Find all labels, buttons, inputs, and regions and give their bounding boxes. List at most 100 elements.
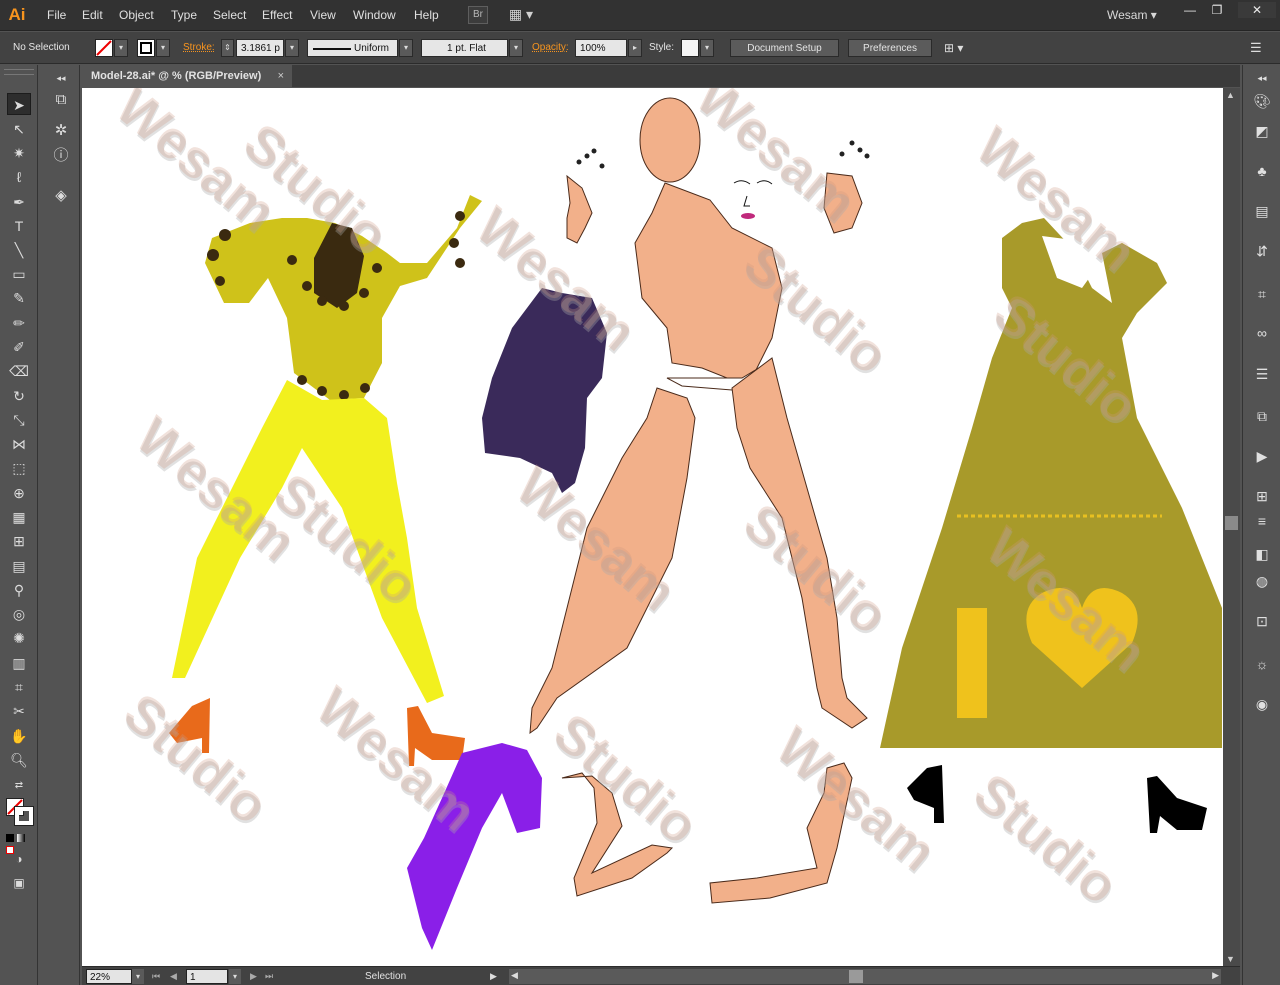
slice-tool-icon[interactable]: ✂	[7, 700, 31, 722]
fill-swatch[interactable]	[95, 39, 113, 57]
magic-wand-tool-icon[interactable]: ✷	[7, 142, 31, 164]
line-segment-tool-icon[interactable]: ╲	[7, 239, 31, 261]
arrange-documents-button[interactable]: ▦ ▾	[506, 6, 536, 24]
zoom-dropdown[interactable]: ▾	[132, 969, 144, 984]
scroll-left-icon[interactable]: ◀	[511, 970, 518, 981]
symbols-panel-icon[interactable]: ✲	[50, 120, 72, 142]
pen-tool-icon[interactable]: ✒	[7, 191, 31, 213]
olive-dress[interactable]	[880, 218, 1222, 748]
black-shoe-left[interactable]	[907, 765, 944, 823]
collapse-panels-icon[interactable]: ◂◂	[50, 67, 72, 89]
orange-shoe-left[interactable]	[169, 698, 210, 753]
stroke-color-dropdown[interactable]: ▾	[156, 39, 170, 57]
blend-tool-icon[interactable]: ◎	[7, 603, 31, 625]
artboard-canvas[interactable]: I Wesam Studio Wesam Wesam Studio Wesam …	[82, 88, 1223, 966]
last-artboard-icon[interactable]: ⏭	[265, 969, 273, 984]
vertical-scrollbar[interactable]: ▲ ▼	[1223, 88, 1240, 966]
menu-file[interactable]: File	[47, 8, 66, 22]
brushes-panel-icon[interactable]: ⊞	[1251, 485, 1273, 507]
color-mode-icon[interactable]	[6, 834, 14, 842]
close-window-button[interactable]: ✕	[1238, 2, 1276, 18]
appearance-panel-icon[interactable]: ☼	[1251, 653, 1273, 675]
expand-panels-icon[interactable]: ◂◂	[1251, 67, 1273, 89]
menu-view[interactable]: View	[310, 8, 336, 22]
navigator-panel-icon[interactable]: ◉	[1251, 693, 1273, 715]
preferences-button[interactable]: Preferences	[848, 39, 932, 57]
menu-select[interactable]: Select	[213, 8, 246, 22]
menu-edit[interactable]: Edit	[82, 8, 103, 22]
panel-menu-icon[interactable]: ☰	[1250, 39, 1266, 57]
layers-panel-icon[interactable]: ◈	[50, 185, 72, 207]
scroll-right-icon[interactable]: ▶	[1212, 970, 1219, 981]
orange-shoe-right[interactable]	[407, 706, 465, 766]
info-panel-icon[interactable]: ⓘ	[50, 145, 72, 167]
document-tab[interactable]: Model-28.ai* @ % (RGB/Preview) ×	[82, 65, 292, 87]
align-panel-icon[interactable]: ☰	[1251, 363, 1273, 385]
perspective-grid-tool-icon[interactable]: ▦	[7, 506, 31, 528]
hand-tool-icon[interactable]: ✋	[7, 725, 31, 747]
eraser-tool-icon[interactable]: ⌫	[7, 360, 31, 382]
rotate-tool-icon[interactable]: ↻	[7, 385, 31, 407]
horizontal-scroll-thumb[interactable]	[849, 970, 863, 983]
status-menu-icon[interactable]: ▶	[490, 969, 497, 984]
actions-panel-icon[interactable]: ▶	[1251, 445, 1273, 467]
toolbar-grip[interactable]	[4, 69, 34, 75]
color-guide-icon[interactable]: ◩	[1251, 120, 1273, 142]
stroke-label[interactable]: Stroke:	[183, 39, 215, 57]
selection-tool-icon[interactable]: ➤	[7, 93, 31, 115]
color-panel-icon[interactable]: 🎨︎	[1251, 90, 1273, 112]
lasso-tool-icon[interactable]: ℓ	[7, 166, 31, 188]
purple-hair[interactable]	[407, 743, 542, 950]
menu-object[interactable]: Object	[119, 8, 154, 22]
free-transform-tool-icon[interactable]: ⬚	[7, 457, 31, 479]
blob-brush-tool-icon[interactable]: ✐	[7, 336, 31, 358]
artboards-panel-icon[interactable]: ⌗	[1251, 283, 1273, 305]
brush-definition[interactable]: 1 pt. Flat	[421, 39, 508, 57]
close-tab-icon[interactable]: ×	[278, 65, 284, 87]
scroll-up-icon[interactable]: ▲	[1226, 90, 1235, 100]
pathfinder-panel-icon[interactable]: ⧉	[1251, 405, 1273, 427]
screen-mode-icon[interactable]: ▣	[7, 872, 31, 894]
yellow-pants[interactable]	[172, 380, 444, 703]
next-artboard-icon[interactable]: ▶	[250, 969, 257, 984]
links-panel-icon[interactable]: ∞	[1251, 322, 1273, 344]
profile-dropdown[interactable]: ▾	[399, 39, 413, 57]
shape-builder-tool-icon[interactable]: ⊕	[7, 482, 31, 504]
menu-effect[interactable]: Effect	[262, 8, 292, 22]
zoom-level-input[interactable]: 22%	[86, 969, 132, 984]
pencil-tool-icon[interactable]: ✏	[7, 312, 31, 334]
variable-width-profile[interactable]: Uniform	[307, 39, 398, 57]
menu-type[interactable]: Type	[171, 8, 197, 22]
minimize-button[interactable]: —	[1176, 2, 1204, 18]
opacity-input[interactable]: 100%	[575, 39, 627, 57]
stroke-panel-icon[interactable]: ⇵	[1251, 240, 1273, 262]
width-tool-icon[interactable]: ⋈	[7, 433, 31, 455]
scroll-down-icon[interactable]: ▼	[1226, 954, 1235, 964]
brush-dropdown[interactable]: ▾	[509, 39, 523, 57]
export-panel-icon[interactable]: ⊡	[1251, 610, 1273, 632]
vertical-scroll-thumb[interactable]	[1225, 516, 1238, 530]
artboard-dropdown[interactable]: ▾	[229, 969, 241, 984]
draw-mode-icon[interactable]: ◑	[7, 848, 31, 870]
color-mode-buttons[interactable]	[6, 833, 34, 854]
gradient-panel-icon[interactable]: ◧	[1251, 543, 1273, 565]
rectangle-tool-icon[interactable]: ▭	[7, 263, 31, 285]
black-shoe-right[interactable]	[1147, 776, 1207, 833]
scale-tool-icon[interactable]: ⤡	[7, 409, 31, 431]
stroke-swatch[interactable]	[137, 39, 155, 57]
column-graph-tool-icon[interactable]: ▥	[7, 652, 31, 674]
stroke-color-box[interactable]	[14, 806, 34, 826]
previous-artboard-icon[interactable]: ◀	[170, 969, 177, 984]
document-info-icon[interactable]: ▤	[1251, 200, 1273, 222]
graphic-style-dropdown[interactable]: ▾	[700, 39, 714, 57]
mesh-tool-icon[interactable]: ⊞	[7, 530, 31, 552]
transparency-panel-icon[interactable]: ◍	[1251, 570, 1273, 592]
opacity-label[interactable]: Opacity:	[532, 39, 569, 57]
type-tool-icon[interactable]: T	[7, 215, 31, 237]
stroke-weight-input[interactable]: 3.1861 p	[236, 39, 284, 57]
gradient-mode-icon[interactable]	[17, 834, 26, 842]
paintbrush-tool-icon[interactable]: ✎	[7, 287, 31, 309]
stroke-stepper[interactable]: ⇕	[221, 39, 234, 57]
yellow-blouse[interactable]	[205, 195, 482, 400]
graphic-style-swatch[interactable]	[681, 39, 699, 57]
